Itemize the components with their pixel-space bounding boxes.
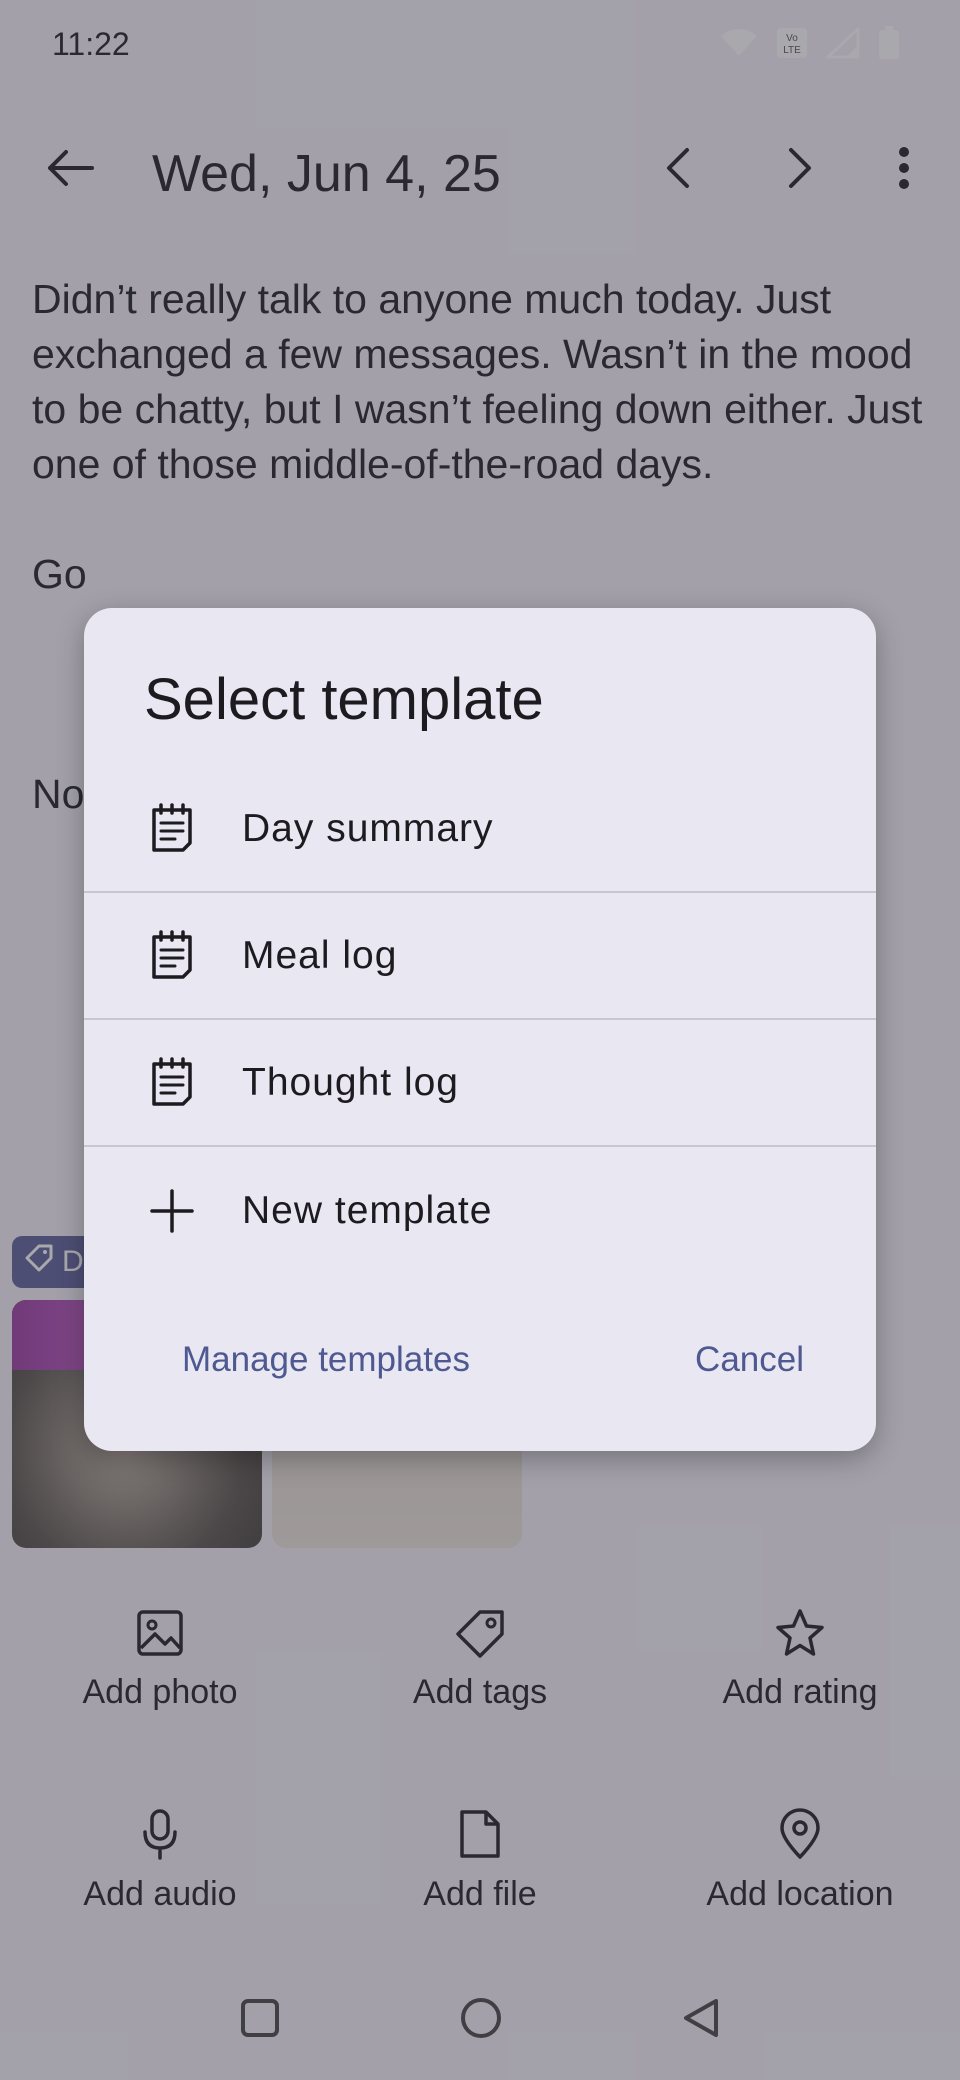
note-icon	[146, 1056, 198, 1109]
template-item-thought-log[interactable]: Thought log	[84, 1020, 876, 1147]
dialog-title: Select template	[144, 667, 544, 732]
template-item-label: Thought log	[242, 1060, 459, 1104]
new-template-label: New template	[242, 1188, 493, 1232]
template-item-label: Day summary	[242, 806, 494, 850]
note-icon	[146, 929, 198, 982]
cancel-button[interactable]: Cancel	[681, 1328, 818, 1392]
template-list: Day summary Meal log Thought log New tem…	[84, 766, 876, 1274]
plus-icon	[146, 1185, 198, 1237]
note-icon	[146, 802, 198, 855]
template-item-meal-log[interactable]: Meal log	[84, 893, 876, 1020]
template-item-day-summary[interactable]: Day summary	[84, 766, 876, 893]
template-item-label: Meal log	[242, 933, 398, 977]
select-template-dialog: Select template Day summary Meal log Tho…	[84, 608, 876, 1451]
manage-templates-button[interactable]: Manage templates	[168, 1328, 484, 1392]
new-template-item[interactable]: New template	[84, 1147, 876, 1274]
